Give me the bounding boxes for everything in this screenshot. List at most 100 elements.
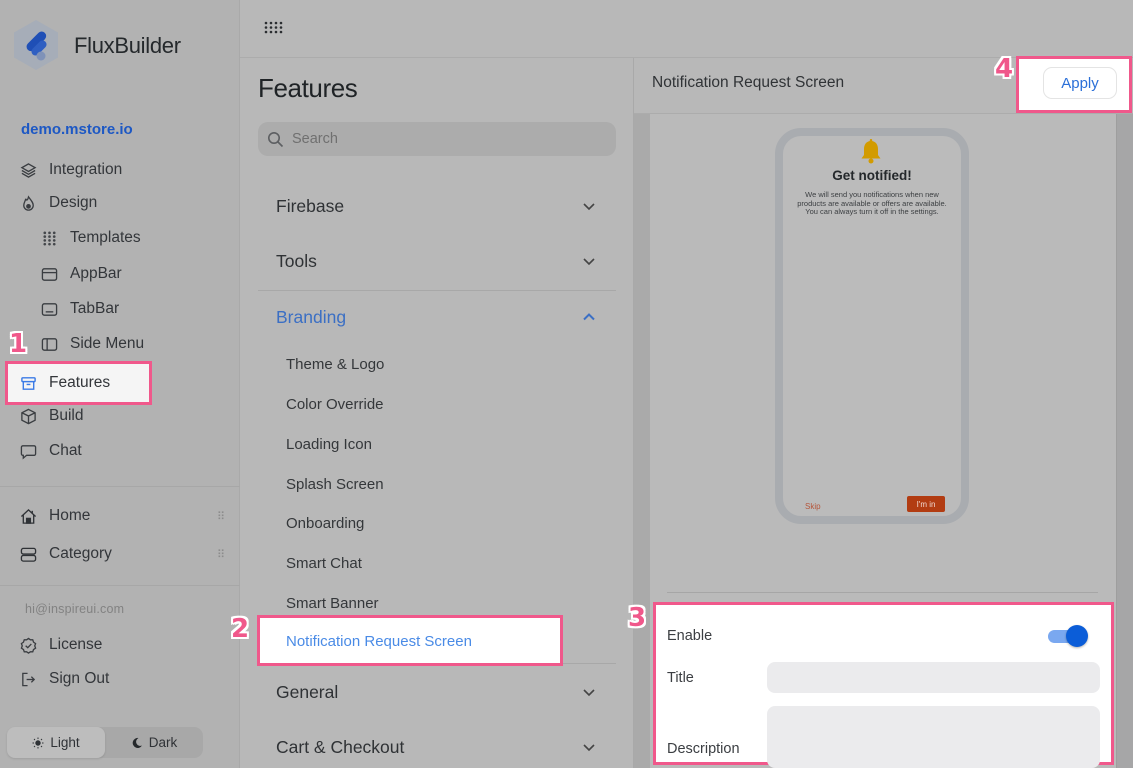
callout-number-2: 2 bbox=[231, 614, 250, 644]
tabbar-icon bbox=[40, 300, 58, 318]
sidebar-item-features[interactable]: Features bbox=[19, 369, 110, 397]
phone-mockup: Get notified! We will send you notificat… bbox=[775, 128, 969, 524]
scrollbar[interactable] bbox=[1116, 114, 1133, 768]
apps-grid-icon[interactable] bbox=[264, 21, 283, 34]
group-label: General bbox=[276, 681, 339, 702]
badge-check-icon bbox=[19, 636, 37, 654]
title-label: Title bbox=[667, 670, 694, 686]
sidebar-item-build[interactable]: Build bbox=[19, 402, 83, 430]
sidebar-item-label: Features bbox=[49, 374, 111, 391]
group-tools[interactable]: Tools bbox=[276, 246, 596, 276]
chat-bubble-icon bbox=[19, 442, 37, 460]
screen-item-home[interactable]: Home ⠿ bbox=[19, 502, 225, 530]
branding-item-smart-banner[interactable]: Smart Banner bbox=[286, 592, 379, 614]
chevron-down-icon bbox=[583, 689, 595, 697]
sun-icon bbox=[32, 737, 44, 748]
search-icon bbox=[268, 131, 284, 147]
group-label: Cart & Checkout bbox=[276, 736, 405, 757]
preview-confirm-button: I'm in bbox=[907, 496, 945, 512]
search-box bbox=[258, 122, 616, 156]
title-input[interactable] bbox=[767, 662, 1100, 693]
branding-item-onboarding[interactable]: Onboarding bbox=[286, 512, 364, 534]
search-input[interactable] bbox=[292, 131, 592, 147]
sidebar-item-sign-out[interactable]: Sign Out bbox=[19, 665, 109, 693]
sidebar-item-label: TabBar bbox=[70, 300, 120, 317]
layers-icon bbox=[19, 161, 37, 179]
sidebar-divider bbox=[0, 486, 240, 487]
preview-description: We will send you notifications when new … bbox=[797, 190, 947, 217]
panel-title: Notification Request Screen bbox=[652, 74, 845, 91]
stack-icon bbox=[19, 545, 37, 563]
archive-box-icon bbox=[19, 374, 37, 392]
chevron-down-icon bbox=[583, 258, 595, 266]
group-label: Tools bbox=[276, 250, 317, 271]
grid-dots-icon bbox=[40, 229, 58, 247]
group-firebase[interactable]: Firebase bbox=[276, 191, 596, 221]
sidebar-item-chat[interactable]: Chat bbox=[19, 437, 82, 465]
sidebar-item-label: Chat bbox=[49, 442, 82, 459]
group-label: Firebase bbox=[276, 195, 345, 216]
sidebar-divider bbox=[0, 585, 240, 586]
bell-icon bbox=[861, 139, 881, 164]
sidebar-item-side-menu[interactable]: Side Menu bbox=[40, 330, 144, 358]
preview-skip-button: Skip bbox=[805, 502, 821, 511]
app-name: FluxBuilder bbox=[74, 33, 181, 58]
branding-item-loading-icon[interactable]: Loading Icon bbox=[286, 433, 372, 455]
callout-box-apply: Apply bbox=[1016, 56, 1132, 113]
callout-box-settings-form: Enable Title Description bbox=[653, 602, 1114, 768]
group-branding[interactable]: Branding bbox=[276, 302, 596, 332]
branding-item-color-override[interactable]: Color Override bbox=[286, 393, 384, 415]
drag-handle-icon[interactable]: ⠿ bbox=[217, 510, 225, 523]
home-icon bbox=[19, 507, 37, 525]
theme-toggle: Light Dark bbox=[7, 727, 203, 758]
theme-dark-button[interactable]: Dark bbox=[105, 727, 203, 758]
sidebar-item-label: Design bbox=[49, 194, 98, 211]
sidebar-item-tabbar[interactable]: TabBar bbox=[40, 295, 119, 323]
sidebar-item-label: Integration bbox=[49, 161, 123, 178]
sidebar-item-label: AppBar bbox=[70, 265, 122, 282]
chevron-down-icon bbox=[583, 203, 595, 211]
site-link[interactable]: demo.mstore.io bbox=[21, 121, 133, 138]
callout-number-1: 1 bbox=[9, 329, 28, 359]
enable-label: Enable bbox=[667, 628, 713, 644]
branding-item-notification-request-screen[interactable]: Notification Request Screen bbox=[286, 633, 472, 650]
branding-item-splash-screen[interactable]: Splash Screen bbox=[286, 473, 384, 495]
callout-box-features: Features bbox=[5, 361, 152, 405]
sidebar-item-label: Build bbox=[49, 407, 84, 424]
cube-icon bbox=[19, 407, 37, 425]
screen-item-label: Home bbox=[49, 507, 91, 524]
sidebar-item-design[interactable]: Design bbox=[19, 189, 97, 217]
callout-number-3: 3 bbox=[628, 603, 647, 633]
sidebar-layout-icon bbox=[40, 335, 58, 353]
group-cart-checkout[interactable]: Cart & Checkout bbox=[276, 732, 596, 762]
moon-icon bbox=[132, 737, 142, 748]
theme-dark-label: Dark bbox=[148, 735, 178, 750]
sidebar-item-appbar[interactable]: AppBar bbox=[40, 260, 122, 288]
callout-number-4: 4 bbox=[995, 54, 1014, 84]
sidebar-item-license[interactable]: License bbox=[19, 631, 102, 659]
theme-light-label: Light bbox=[50, 735, 80, 750]
group-general[interactable]: General bbox=[276, 677, 596, 707]
enable-toggle[interactable] bbox=[1048, 625, 1090, 647]
screen-item-label: Category bbox=[49, 545, 112, 562]
description-input[interactable] bbox=[767, 706, 1100, 768]
apply-button[interactable]: Apply bbox=[1043, 67, 1117, 99]
description-label: Description bbox=[667, 741, 740, 757]
sidebar-item-label: Side Menu bbox=[70, 335, 145, 352]
chevron-down-icon bbox=[583, 744, 595, 752]
preview-gutter-left bbox=[634, 114, 650, 768]
callout-box-notification-item: Notification Request Screen bbox=[257, 615, 563, 666]
chevron-up-icon bbox=[583, 313, 595, 321]
group-divider bbox=[258, 290, 616, 291]
screen-item-category[interactable]: Category ⠿ bbox=[19, 540, 225, 568]
sidebar-item-label: License bbox=[49, 636, 103, 653]
theme-light-button[interactable]: Light bbox=[7, 727, 105, 758]
preview-divider bbox=[667, 592, 1098, 593]
branding-item-smart-chat[interactable]: Smart Chat bbox=[286, 552, 362, 574]
sidebar-item-templates[interactable]: Templates bbox=[40, 224, 141, 252]
preview-heading: Get notified! bbox=[832, 168, 912, 183]
account-email: hi@inspireui.com bbox=[25, 602, 125, 616]
branding-item-theme-logo[interactable]: Theme & Logo bbox=[286, 353, 384, 375]
sidebar-item-integration[interactable]: Integration bbox=[19, 156, 122, 184]
drag-handle-icon[interactable]: ⠿ bbox=[217, 548, 225, 561]
